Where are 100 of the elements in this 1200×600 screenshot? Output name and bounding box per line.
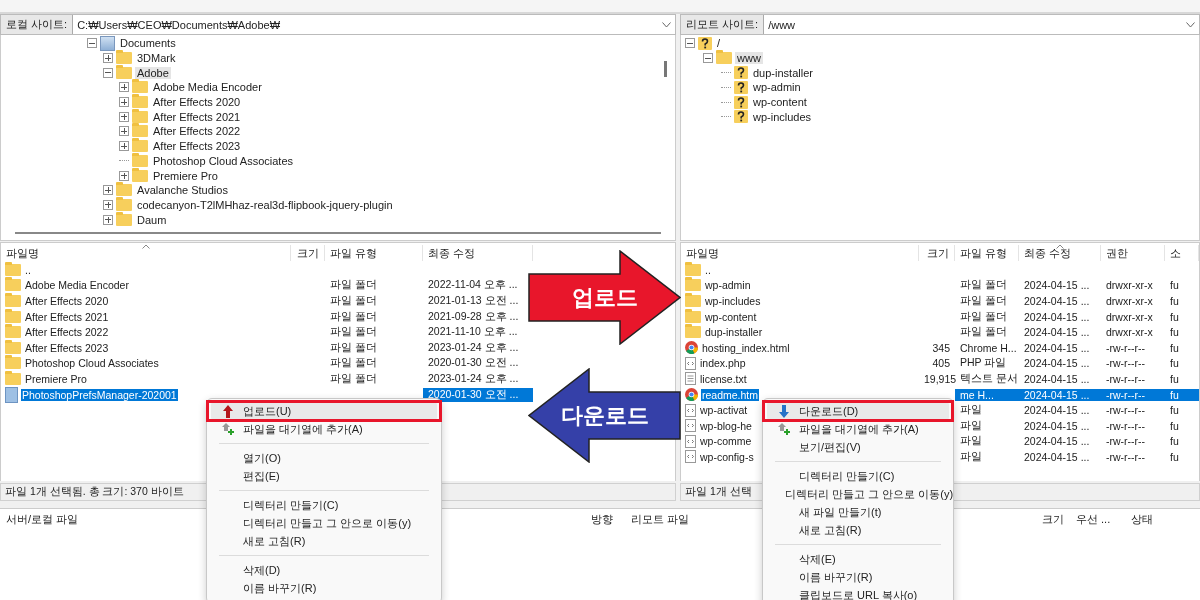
file-name[interactable]: After Effects 2022 [24, 326, 110, 339]
file-name[interactable]: hosting_index.html [701, 341, 791, 354]
unknown-folder-icon [734, 110, 748, 124]
file-name[interactable]: After Effects 2023 [24, 341, 110, 354]
menu-item[interactable]: 클립보드로 URL 복사(o) [767, 586, 949, 600]
scrollbar-thumb[interactable] [664, 61, 667, 77]
column-header[interactable]: 권한 [1101, 244, 1165, 261]
column-header[interactable]: 우선 ... [1070, 511, 1117, 527]
tree-item[interactable]: www [735, 52, 763, 65]
file-name[interactable]: readme.htm [701, 388, 760, 401]
menu-item[interactable]: 편집(E) [211, 467, 437, 485]
collapse-toggle-icon[interactable] [685, 38, 695, 49]
tree-item[interactable]: codecanyon-T2lMHhaz-real3d-flipbook-jquery-plugin [135, 198, 395, 211]
unknown-folder-icon [734, 66, 748, 80]
path-field[interactable]: /www [764, 15, 1199, 34]
collapse-toggle-icon[interactable] [703, 53, 713, 64]
column-header[interactable]: 파일명 [681, 244, 919, 261]
column-header[interactable]: 크기 [919, 244, 955, 261]
column-header[interactable]: 파일명 [1, 244, 291, 261]
tree-item[interactable]: wp-includes [751, 110, 814, 123]
menu-item[interactable]: 열기(O) [211, 449, 437, 467]
column-header[interactable]: 서버/로컬 파일 [0, 511, 85, 527]
file-name[interactable]: wp-comme [699, 435, 753, 448]
column-header[interactable]: 리모트 파일 [625, 511, 696, 527]
column-header[interactable]: 파일 유형 [955, 244, 1019, 261]
column-header[interactable]: 소 [1165, 244, 1199, 261]
dropdown-chevron-icon[interactable] [662, 21, 671, 28]
tree-item[interactable]: Adobe [135, 66, 171, 79]
expand-toggle-icon[interactable] [119, 141, 129, 152]
menu-item[interactable]: 파일을 대기열에 추가(A) [767, 420, 949, 438]
column-header[interactable]: 최종 수정 [1019, 244, 1101, 261]
tree-item[interactable]: / [715, 37, 723, 50]
file-name[interactable]: .. [704, 263, 712, 276]
column-header[interactable]: 방향 [585, 511, 619, 527]
expand-toggle-icon[interactable] [103, 53, 113, 64]
menu-item[interactable]: 새 파일 만들기(t) [767, 503, 949, 521]
expand-toggle-icon[interactable] [119, 111, 129, 122]
scrollbar-thumb[interactable] [15, 232, 661, 234]
expand-toggle-icon[interactable] [119, 97, 129, 108]
file-name[interactable]: dup-installer [704, 326, 764, 339]
expand-toggle-icon[interactable] [103, 214, 113, 225]
column-header[interactable]: 크기 [291, 244, 325, 261]
tree-item[interactable]: Avalanche Studios [135, 184, 230, 197]
path-field[interactable]: C:₩Users₩CEO₩Documents₩Adobe₩ [73, 15, 675, 34]
file-name[interactable]: After Effects 2020 [24, 295, 110, 307]
tree-item[interactable]: wp-admin [751, 81, 803, 94]
tree-item[interactable]: Premiere Pro [151, 169, 220, 182]
file-name[interactable]: wp-config-s [699, 450, 755, 463]
status-text: 파일 1개 선택됨. 총 크기: 370 바이트 [5, 485, 184, 499]
file-name[interactable]: Adobe Media Encoder [24, 279, 130, 292]
expand-toggle-icon[interactable] [119, 82, 129, 93]
menu-item[interactable]: 디렉터리 만들기(C) [767, 467, 949, 485]
file-name[interactable]: .. [24, 263, 32, 276]
table-cell-text: fu [1169, 404, 1180, 417]
collapse-toggle-icon[interactable] [103, 67, 113, 78]
file-name[interactable]: index.php [699, 357, 747, 370]
expand-toggle-icon[interactable] [119, 126, 129, 137]
sort-indicator-icon [1055, 243, 1064, 249]
menu-item[interactable]: 디렉터리 만들고 그 안으로 이동(y) [211, 514, 437, 532]
menu-item[interactable]: 이름 바꾸기(R) [767, 568, 949, 586]
column-header[interactable]: 최종 수정 [423, 244, 533, 261]
table-cell-text: fu [1169, 279, 1180, 292]
menu-item[interactable]: 삭제(E) [767, 550, 949, 568]
dropdown-chevron-icon[interactable] [1186, 21, 1195, 28]
file-name[interactable]: wp-activat [699, 404, 749, 417]
tree-item[interactable]: Photoshop Cloud Associates [151, 154, 296, 167]
menu-item[interactable]: 보기/편집(V) [767, 438, 949, 456]
tree-item[interactable]: dup-installer [751, 66, 815, 79]
file-name[interactable]: Premiere Pro [24, 372, 88, 385]
tree-item[interactable]: Adobe Media Encoder [151, 81, 264, 94]
expand-toggle-icon[interactable] [103, 185, 113, 196]
menu-item[interactable]: 디렉터리 만들기(C) [211, 496, 437, 514]
file-name[interactable]: wp-admin [704, 279, 752, 292]
expand-toggle-icon[interactable] [103, 199, 113, 210]
column-header[interactable]: 크기 [1036, 511, 1070, 527]
file-name[interactable]: Photoshop Cloud Associates [24, 357, 160, 370]
menu-item[interactable]: 이름 바꾸기(R) [211, 579, 437, 597]
file-name[interactable]: After Effects 2021 [24, 310, 110, 323]
menu-item[interactable]: 파일을 대기열에 추가(A) [211, 420, 437, 438]
column-header[interactable]: 상태 [1125, 511, 1159, 527]
tree-item[interactable]: After Effects 2023 [151, 140, 243, 153]
menu-item[interactable]: 새로 고침(R) [767, 521, 949, 539]
column-header[interactable]: 파일 유형 [325, 244, 423, 261]
menu-item[interactable]: 새로 고침(R) [211, 532, 437, 550]
file-name[interactable]: wp-content [704, 310, 758, 323]
folder-icon [116, 52, 132, 65]
tree-item[interactable]: wp-content [751, 96, 809, 109]
tree-item[interactable]: Daum [135, 213, 169, 226]
file-name[interactable]: PhotoshopPrefsManager-202001 [21, 388, 178, 401]
expand-toggle-icon[interactable] [119, 170, 129, 181]
collapse-toggle-icon[interactable] [87, 38, 97, 49]
tree-item[interactable]: After Effects 2021 [151, 110, 243, 123]
file-name[interactable]: license.txt [699, 372, 748, 385]
file-name[interactable]: wp-blog-he [699, 419, 753, 432]
tree-item[interactable]: Documents [118, 37, 178, 50]
tree-item[interactable]: After Effects 2020 [151, 96, 243, 109]
tree-item[interactable]: After Effects 2022 [151, 125, 243, 138]
menu-item[interactable]: 삭제(D) [211, 561, 437, 579]
tree-item[interactable]: 3DMark [135, 52, 178, 65]
file-name[interactable]: wp-includes [704, 295, 762, 307]
